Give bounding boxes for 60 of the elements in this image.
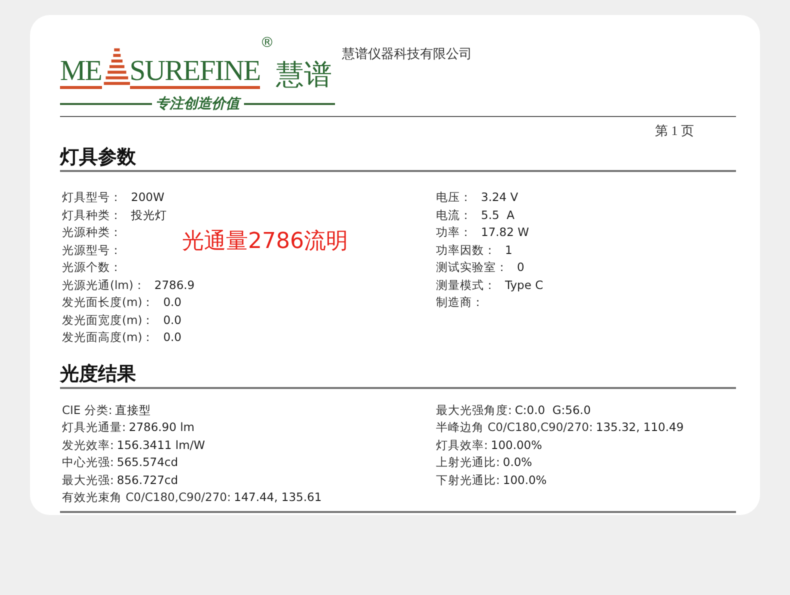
field-label: 测试实验室：: [436, 260, 508, 274]
field-value: 3.24 V: [481, 190, 518, 204]
field-value: Type C: [505, 278, 544, 292]
field-value: 2786.9: [154, 278, 195, 292]
field-label: 上射光通比:: [436, 455, 500, 469]
field-label: 灯具型号：: [62, 190, 122, 204]
field-label: 发光面长度(m)：: [62, 295, 154, 309]
field-label: 发光效率:: [62, 438, 114, 452]
field-value: 0.0: [163, 295, 182, 309]
company-name: 慧谱仪器科技有限公司: [342, 46, 472, 63]
field-label: 发光面高度(m)：: [62, 330, 154, 344]
field-label: 功率：: [436, 225, 472, 239]
field-value: 0.0%: [502, 455, 532, 469]
field-label: 有效光束角 C0/C180,C90/270:: [62, 490, 231, 504]
section-heading: 光度结果: [60, 360, 736, 388]
field-value: 5.5 A: [481, 208, 514, 222]
field-label: 光源种类：: [62, 225, 122, 239]
field-label: 制造商：: [436, 295, 484, 309]
field-label: 半峰边角 C0/C180,C90/270:: [436, 420, 593, 434]
field-label: 光源个数：: [62, 260, 122, 274]
logo-brand-text: 慧谱: [276, 61, 332, 89]
section-heading: 灯具参数: [60, 144, 736, 172]
field-value: 直接型: [115, 402, 152, 416]
field-value: 0.0: [163, 330, 182, 344]
field-value: 0.0: [163, 312, 182, 326]
field-value: 147.44, 135.61: [234, 490, 322, 504]
field-value: 0: [517, 260, 524, 274]
logo-text: ME: [60, 57, 102, 89]
annotation-text: 光通量2786流明: [182, 230, 348, 254]
field-value: 1: [505, 242, 512, 256]
field-value: 200W: [131, 190, 164, 204]
field-value: 135.32, 110.49: [596, 420, 684, 434]
field-label: 灯具效率:: [436, 438, 488, 452]
field-label: 电压：: [436, 190, 472, 204]
field-label: 发光面宽度(m)：: [62, 312, 154, 326]
field-value: 156.3411 lm/W: [116, 438, 206, 452]
field-label: 测量模式：: [436, 278, 496, 292]
field-label: 中心光强:: [62, 455, 114, 469]
field-label: 光源型号：: [62, 242, 122, 256]
field-label: 灯具种类：: [62, 208, 122, 222]
field-value: 17.82 W: [481, 225, 529, 239]
logo-text: SUREFINE: [130, 57, 260, 89]
field-label: 最大光强:: [62, 472, 114, 486]
field-label: 功率因数：: [436, 242, 496, 256]
field-value: 565.574cd: [116, 455, 178, 469]
field-value: 100.00%: [490, 438, 542, 452]
field-value: 100.0%: [502, 472, 547, 486]
field-label: 光源光通(lm)：: [62, 278, 146, 292]
field-value: 856.727cd: [116, 472, 178, 486]
field-value: 2786.90 lm: [128, 420, 194, 434]
field-label: CIE 分类:: [62, 402, 112, 416]
page-number: 第 1 页: [655, 122, 694, 140]
field-label: 下射光通比:: [436, 472, 500, 486]
field-label: 最大光强角度:: [436, 402, 512, 416]
field-value: C:0.0 G:56.0: [514, 402, 591, 416]
logo-tagline: 专注创造价值: [156, 95, 240, 113]
field-label: 电流：: [436, 208, 472, 222]
field-value: 投光灯: [131, 208, 167, 222]
field-label: 灯具光通量:: [62, 420, 126, 434]
registered-mark: ®: [260, 35, 274, 51]
